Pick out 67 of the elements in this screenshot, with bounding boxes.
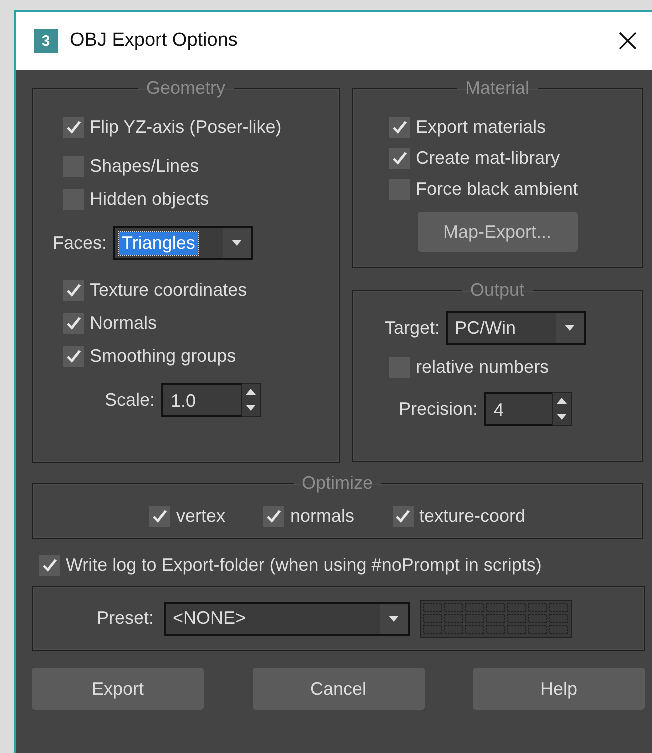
checkbox-label: Shapes/Lines (90, 156, 200, 177)
checkbox-label: normals (290, 506, 354, 527)
dropdown-value: PC/Win (454, 316, 518, 340)
group-title: Geometry (145, 78, 227, 99)
checkbox[interactable] (389, 148, 410, 169)
checkmark-icon (152, 510, 167, 523)
checkbox[interactable] (63, 346, 84, 367)
down-arrow-icon (557, 414, 568, 420)
checkbox-label: Normals (90, 313, 158, 334)
spinner-arrows[interactable] (552, 392, 572, 426)
caret-icon (232, 240, 242, 246)
checkmark-icon (66, 317, 80, 330)
checkmark-icon (42, 559, 56, 572)
checkbox-label: Texture coordinates (90, 280, 248, 301)
checkmark-icon (66, 284, 80, 297)
checkmark-icon (266, 510, 281, 523)
preset-dropdown[interactable]: <NONE> (164, 602, 410, 636)
checkbox-label: relative numbers (416, 357, 550, 378)
dropdown[interactable]: PC/Win (446, 311, 586, 345)
dropdown-value: Triangles (119, 232, 198, 254)
checkmark-icon (392, 152, 406, 165)
dropdown-value: <NONE> (172, 607, 248, 630)
caret-icon (565, 325, 576, 331)
up-arrow-icon (557, 398, 568, 404)
checkbox[interactable] (39, 555, 60, 576)
close-icon[interactable] (618, 31, 638, 51)
checkbox[interactable] (63, 117, 84, 138)
checkbox[interactable] (389, 117, 410, 138)
map-export-button[interactable]: Map-Export... (418, 212, 578, 252)
checkbox[interactable] (63, 280, 84, 301)
field-label: Precision: (399, 398, 478, 420)
field-label: Scale: (105, 390, 156, 410)
number-field[interactable]: 1.0 (161, 383, 242, 417)
checkbox[interactable] (63, 313, 84, 334)
dialog-button[interactable]: Help (473, 668, 645, 710)
checkmark-icon (66, 350, 80, 363)
dropdown[interactable]: Triangles (113, 226, 254, 260)
checkbox-label: vertex (176, 506, 226, 527)
checkmark-icon (392, 121, 406, 134)
checkbox-label: Export materials (416, 117, 546, 138)
app-icon: 3 (34, 29, 58, 53)
checkbox-label: Hidden objects (90, 189, 210, 210)
group-title: Optimize (300, 473, 374, 494)
group-title: Output (469, 280, 526, 301)
checkbox-label: texture-coord (420, 506, 526, 527)
up-arrow-icon (246, 389, 256, 395)
checkbox-label: Smoothing groups (90, 346, 236, 367)
checkbox-label: Create mat-library (416, 148, 560, 169)
checkmark-icon (66, 121, 80, 134)
checkmark-icon (396, 510, 410, 523)
checkbox[interactable] (263, 506, 284, 527)
checkbox-label: Flip YZ-axis (Poser-like) (90, 117, 282, 138)
checkbox[interactable] (149, 506, 170, 527)
field-label: Preset: (97, 608, 154, 629)
checkbox-label: Force black ambient (416, 179, 578, 200)
group-title: Material (464, 78, 531, 99)
number-field[interactable]: 4 (484, 392, 552, 426)
caret-icon (389, 616, 400, 622)
dialog-button[interactable]: Cancel (252, 668, 424, 710)
down-arrow-icon (246, 405, 256, 411)
field-label: Target: (385, 318, 440, 338)
window-title: OBJ Export Options (70, 30, 239, 52)
checkbox[interactable] (392, 506, 414, 527)
dialog-button[interactable]: Export (32, 668, 204, 710)
checkbox-label: Write log to Export-folder (when using #noPrompt in scripts) (66, 555, 542, 576)
spinner-arrows[interactable] (241, 383, 262, 417)
field-label: Faces: (53, 232, 108, 254)
